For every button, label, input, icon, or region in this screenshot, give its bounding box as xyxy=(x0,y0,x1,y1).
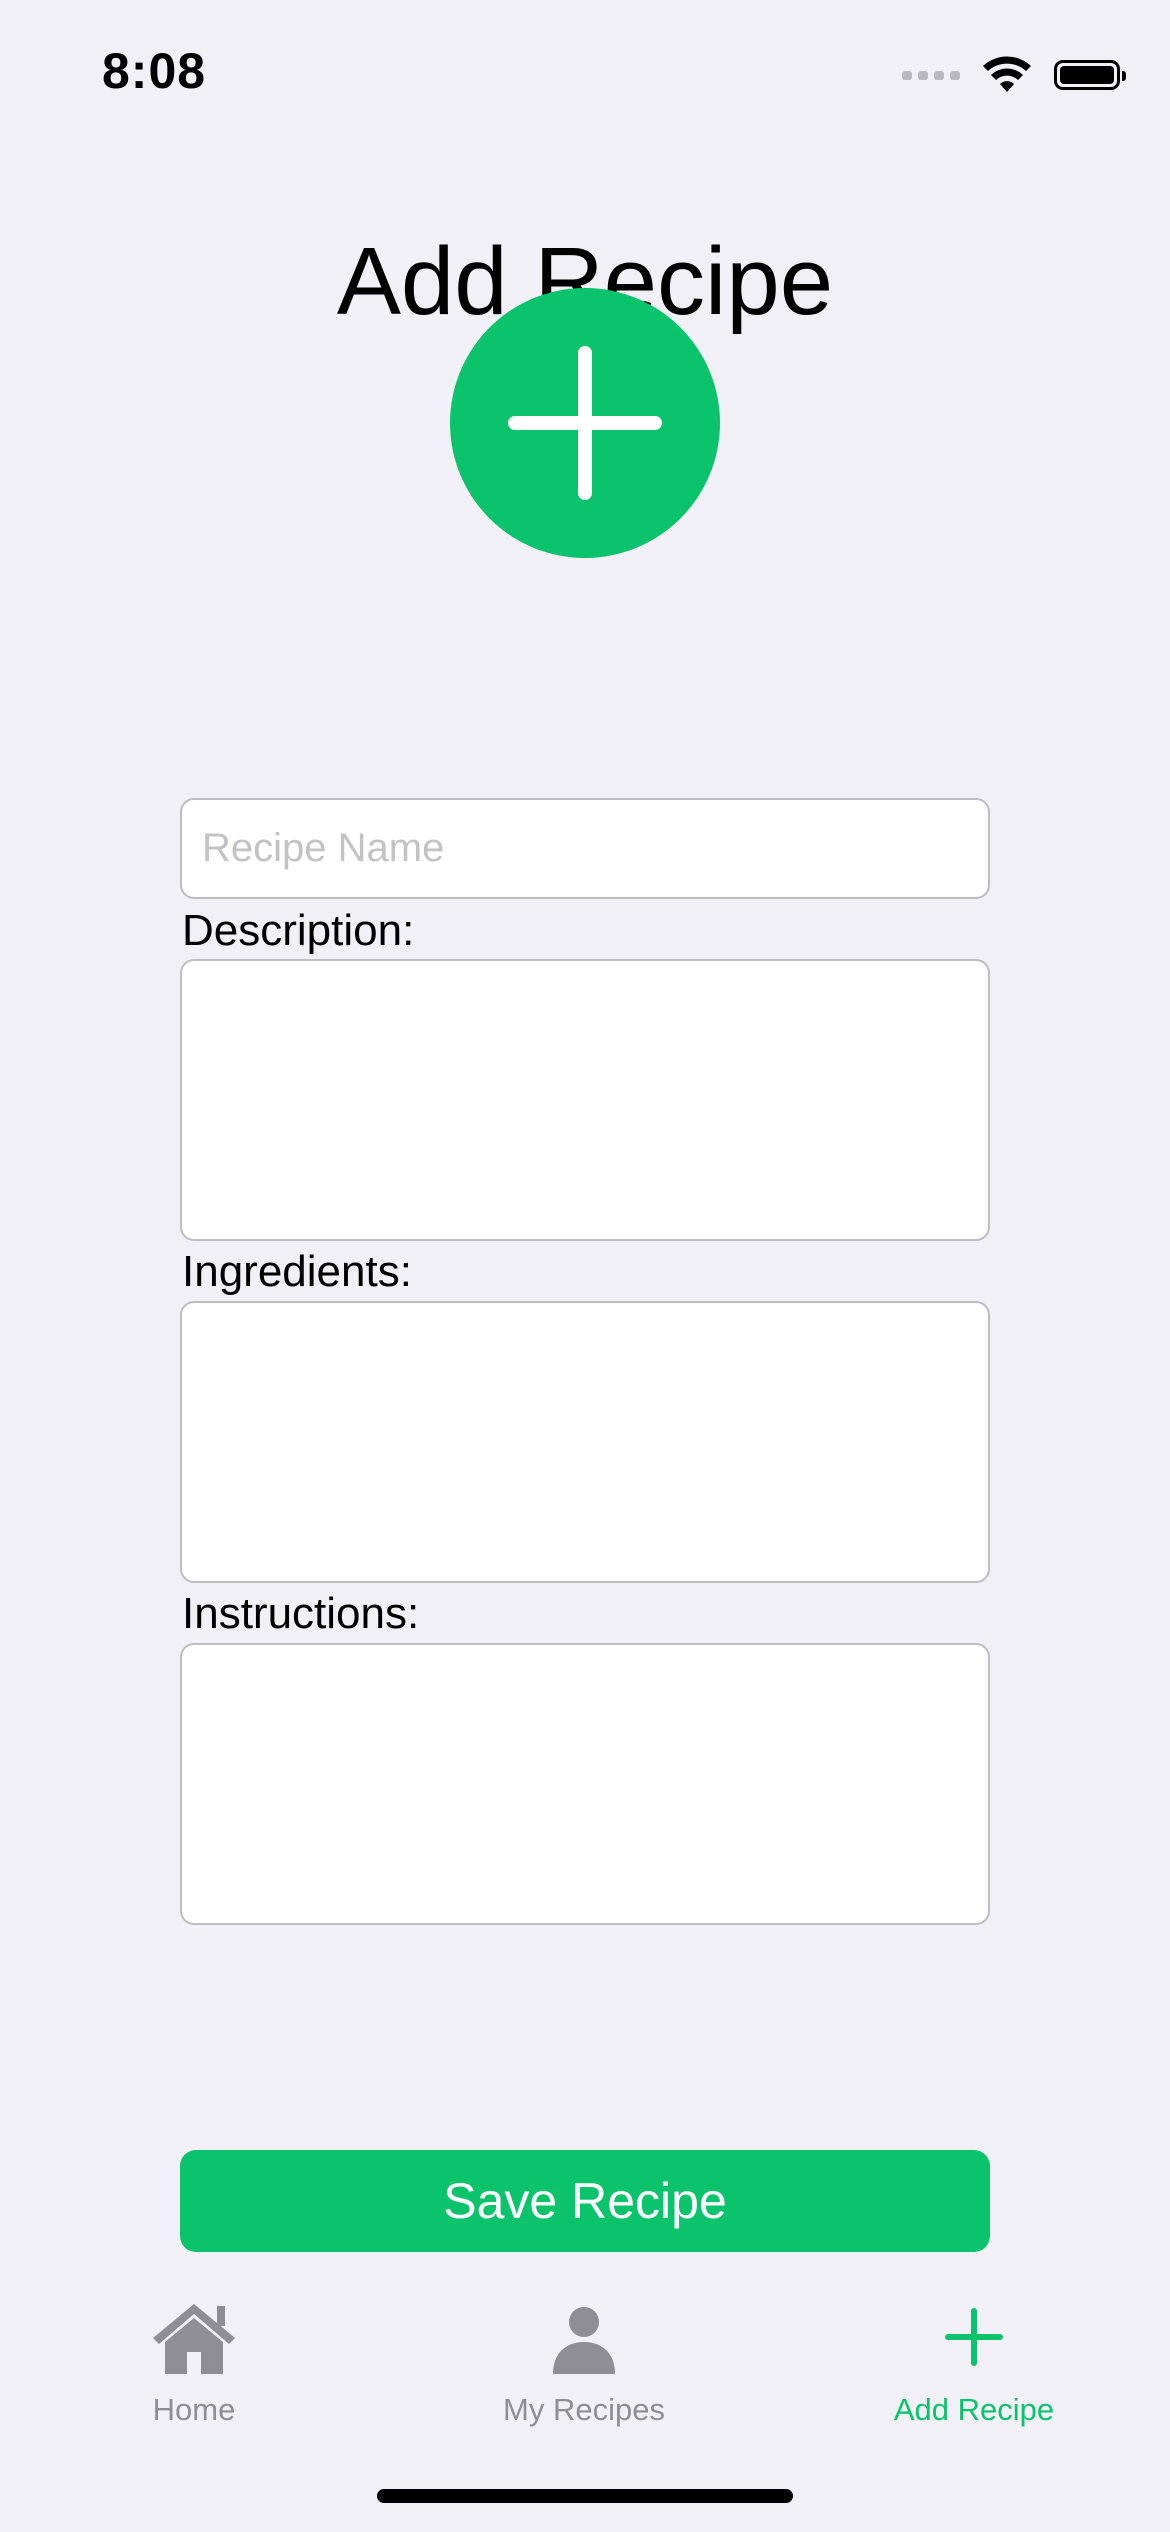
description-label: Description: xyxy=(182,906,415,955)
tab-add-recipe[interactable]: Add Recipe xyxy=(824,2280,1124,2440)
home-indicator xyxy=(377,2489,793,2503)
wifi-icon xyxy=(983,56,1031,92)
house-icon xyxy=(153,2304,235,2374)
add-image-button[interactable] xyxy=(450,288,720,558)
description-textarea[interactable] xyxy=(180,959,990,1241)
instructions-textarea[interactable] xyxy=(180,1643,990,1925)
tab-bar: Home My Recipes Add Recipe xyxy=(0,2280,1170,2440)
tab-my-recipes[interactable]: My Recipes xyxy=(434,2280,734,2440)
recipe-name-input[interactable] xyxy=(180,798,990,899)
person-icon xyxy=(553,2307,615,2374)
cellular-signal-icon xyxy=(902,70,960,80)
status-time: 8:08 xyxy=(102,43,207,99)
save-recipe-button[interactable]: Save Recipe xyxy=(180,2150,990,2252)
plus-icon xyxy=(945,2308,1003,2366)
battery-icon xyxy=(1054,60,1126,90)
tab-home-label: Home xyxy=(152,2392,236,2427)
tab-my-recipes-label: My Recipes xyxy=(503,2392,665,2427)
instructions-label: Instructions: xyxy=(182,1589,420,1638)
tab-add-recipe-label: Add Recipe xyxy=(893,2392,1055,2427)
ingredients-textarea[interactable] xyxy=(180,1301,990,1583)
status-icons xyxy=(902,50,1126,100)
tab-home[interactable]: Home xyxy=(44,2280,344,2440)
status-bar: 8:08 xyxy=(0,0,1170,140)
ingredients-label: Ingredients: xyxy=(182,1247,412,1296)
